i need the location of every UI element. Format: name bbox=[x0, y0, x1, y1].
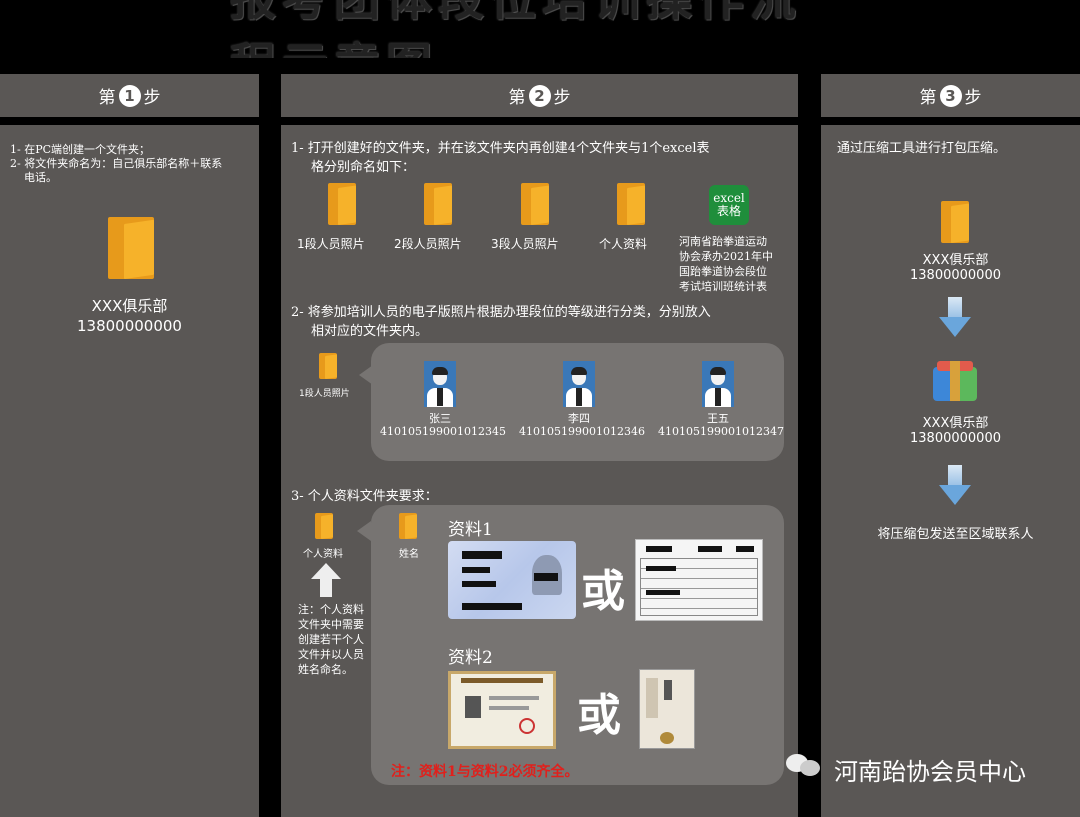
step-prefix: 第 bbox=[508, 88, 526, 108]
id-photo-icon bbox=[424, 361, 456, 407]
step-number-badge: 3 bbox=[939, 84, 962, 107]
club-folder-phone: 13800000000 bbox=[77, 317, 182, 335]
folder-icon bbox=[941, 201, 969, 243]
step-number-badge: 2 bbox=[528, 84, 551, 107]
grade-booklet-image bbox=[639, 669, 695, 749]
note-line-2: 文件夹中需要 bbox=[298, 618, 364, 631]
folder-icon bbox=[399, 513, 417, 539]
excel-caption-3: 国跆拳道协会段位 bbox=[679, 265, 767, 278]
bubble-pointer bbox=[357, 521, 371, 541]
small-folder-label-3: 姓名 bbox=[399, 549, 419, 560]
excel-caption-2: 协会承办2021年中 bbox=[679, 250, 773, 263]
person-name-1: 张三 bbox=[429, 412, 451, 425]
person-id-1: 410105199001012345 bbox=[380, 425, 506, 438]
id-photo-icon bbox=[563, 361, 595, 407]
excel-icon-bottom-text: 表格 bbox=[716, 204, 741, 218]
arrow-down-icon bbox=[939, 465, 971, 505]
step-number-badge: 1 bbox=[118, 84, 141, 107]
zip-phone: 13800000000 bbox=[910, 431, 1001, 446]
folder-icon bbox=[108, 217, 154, 279]
folder-icon bbox=[617, 183, 645, 225]
step3-panel: 通过压缩工具进行打包压缩。 XXX俱乐部 13800000000 XXX俱乐部 … bbox=[821, 125, 1080, 817]
note-line-4: 文件并以人员 bbox=[298, 648, 364, 661]
step-suffix: 步 bbox=[553, 88, 571, 108]
page-title: 报考团体段位培训操作流程示意图 bbox=[230, 0, 840, 58]
doc1-label: 资料1 bbox=[448, 520, 493, 540]
step2-intro1: 1- 打开创建好的文件夹，并在该文件夹内再创建4个文件夹与1个excel表 bbox=[291, 141, 710, 156]
household-register-image bbox=[635, 539, 763, 621]
doc2-label: 资料2 bbox=[448, 648, 493, 668]
zip-archive-icon bbox=[933, 361, 977, 403]
person-id-3: 410105199001012347 bbox=[658, 425, 784, 438]
step2-intro3: 3- 个人资料文件夹要求： bbox=[291, 489, 438, 504]
step1-line2b: 电话。 bbox=[24, 171, 57, 184]
step2-panel: 1- 打开创建好的文件夹，并在该文件夹内再创建4个文件夹与1个excel表 格分… bbox=[281, 125, 798, 817]
or-text-1: 或 bbox=[581, 566, 625, 617]
folder-icon bbox=[424, 183, 452, 225]
or-text-2: 或 bbox=[577, 690, 621, 741]
folder-label-2: 2段人员照片 bbox=[394, 237, 462, 251]
person-name-3: 王五 bbox=[707, 412, 729, 425]
step1-panel: 1- 在PC端创建一个文件夹； 2- 将文件夹命名为：自己俱乐部名称＋联系 电话… bbox=[0, 125, 259, 817]
watermark-text: 河南跆协会员中心 bbox=[834, 758, 1026, 786]
step3-intro: 通过压缩工具进行打包压缩。 bbox=[837, 141, 1007, 156]
step-prefix: 第 bbox=[98, 88, 116, 108]
excel-caption-4: 考试培训班统计表 bbox=[679, 280, 767, 293]
step3-folder-phone: 13800000000 bbox=[910, 268, 1001, 283]
folder-label-1: 1段人员照片 bbox=[297, 237, 365, 251]
step3-header: 第 3 步 bbox=[821, 74, 1080, 117]
excel-caption-1: 河南省跆拳道运动 bbox=[679, 235, 767, 248]
small-folder-label-1: 1段人员照片 bbox=[299, 389, 350, 399]
excel-icon: excel 表格 bbox=[709, 185, 749, 225]
step2-intro2: 2- 将参加培训人员的电子版照片根据办理段位的等级进行分类，分别放入 bbox=[291, 305, 711, 320]
step2-header: 第 2 步 bbox=[281, 74, 798, 117]
step3-folder-name: XXX俱乐部 bbox=[922, 253, 989, 268]
bubble-pointer bbox=[359, 365, 373, 385]
wechat-icon bbox=[786, 752, 826, 780]
person-id-2: 410105199001012346 bbox=[519, 425, 645, 438]
step2-intro2b: 相对应的文件夹内。 bbox=[311, 324, 429, 339]
note-line-3: 创建若干个人 bbox=[298, 633, 364, 646]
send-instruction: 将压缩包发送至区域联系人 bbox=[877, 527, 1034, 542]
step-prefix: 第 bbox=[919, 88, 937, 108]
person-name-2: 李四 bbox=[568, 412, 590, 425]
zip-name: XXX俱乐部 bbox=[922, 416, 989, 431]
small-folder-label-2: 个人资料 bbox=[303, 549, 343, 560]
red-note: 注：资料1与资料2必须齐全。 bbox=[391, 764, 579, 780]
step2-intro1b: 格分别命名如下： bbox=[311, 160, 416, 175]
folder-icon bbox=[521, 183, 549, 225]
folder-icon bbox=[328, 183, 356, 225]
step1-header: 第 1 步 bbox=[0, 74, 259, 117]
id-card-image bbox=[448, 541, 576, 619]
folder-icon bbox=[315, 513, 333, 539]
step-suffix: 步 bbox=[143, 88, 161, 108]
note-line-5: 姓名命名。 bbox=[298, 663, 353, 676]
arrow-down-icon bbox=[939, 297, 971, 337]
certificate-image bbox=[448, 671, 556, 749]
note-line-1: 注：个人资料 bbox=[298, 603, 364, 616]
id-photo-icon bbox=[702, 361, 734, 407]
club-folder-name: XXX俱乐部 bbox=[91, 297, 168, 315]
arrow-up-icon bbox=[311, 563, 341, 597]
folder-icon bbox=[319, 353, 337, 379]
step-suffix: 步 bbox=[964, 88, 982, 108]
folder-label-3: 3段人员照片 bbox=[491, 237, 559, 251]
folder-label-4: 个人资料 bbox=[599, 237, 648, 251]
